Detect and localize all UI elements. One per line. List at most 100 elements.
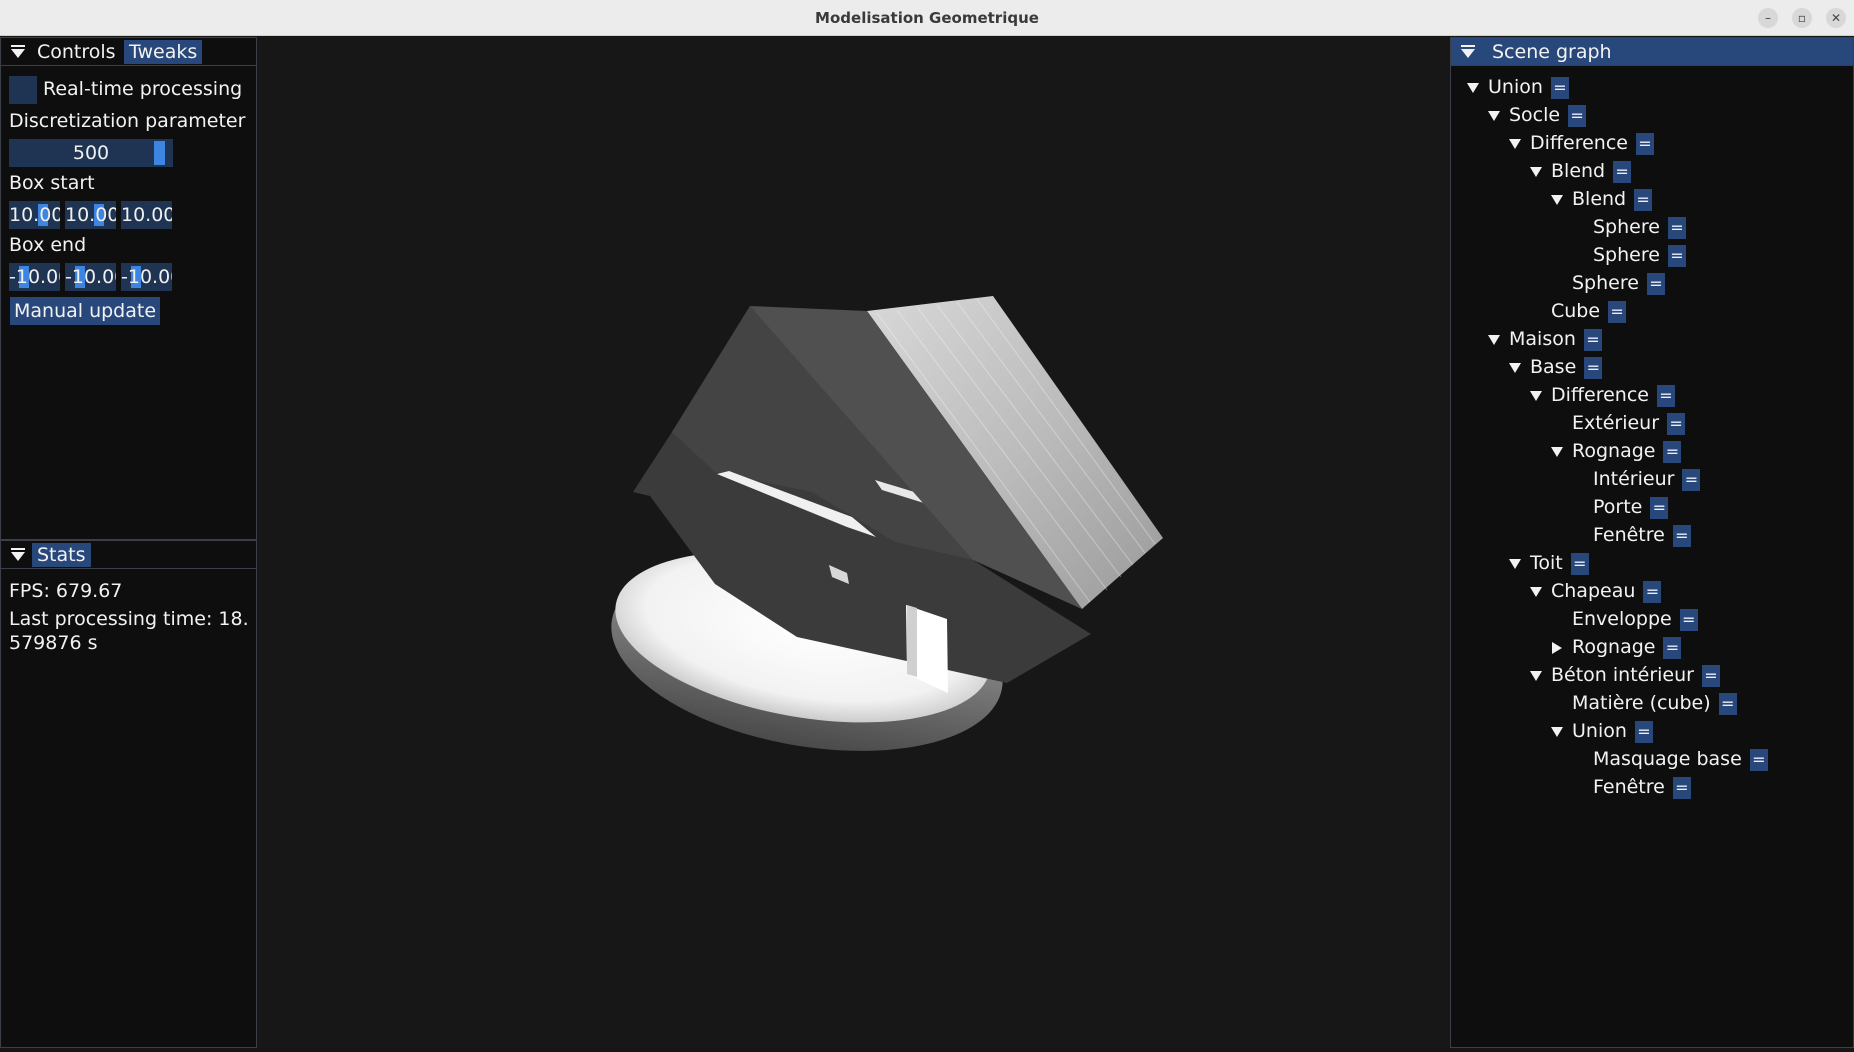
box-start-z-value: 10.00 xyxy=(121,204,172,226)
tree-node-text: Béton intérieur xyxy=(1551,664,1694,686)
expanded-arrow-icon[interactable] xyxy=(1550,445,1564,459)
tree-node-label: Masquage base = xyxy=(1593,746,1768,772)
collapse-icon[interactable] xyxy=(1460,44,1476,60)
box-end-x-value: -10.00 xyxy=(9,266,60,288)
node-edit-button[interactable]: = xyxy=(1635,132,1654,155)
manual-update-button[interactable]: Manual update xyxy=(10,297,161,325)
node-edit-button[interactable]: = xyxy=(1679,608,1698,631)
tree-node-text: Base xyxy=(1530,356,1577,378)
tree-node-label: Fenêtre = xyxy=(1593,522,1691,548)
minimize-button[interactable]: – xyxy=(1758,8,1778,28)
box-end-z-input[interactable]: -10.00 xyxy=(121,263,172,291)
collapse-icon[interactable] xyxy=(10,547,26,563)
expanded-arrow-icon[interactable] xyxy=(1529,165,1543,179)
node-edit-button[interactable]: = xyxy=(1646,272,1665,295)
node-edit-button[interactable]: = xyxy=(1672,524,1691,547)
node-edit-button[interactable]: = xyxy=(1634,188,1653,211)
tree-node-label: Cube = xyxy=(1551,298,1627,324)
realtime-checkbox[interactable] xyxy=(9,76,37,104)
tree-node-text: Enveloppe xyxy=(1572,608,1672,630)
node-edit-button[interactable]: = xyxy=(1583,328,1602,351)
tree-node-label: Béton intérieur = xyxy=(1551,662,1720,688)
collapse-icon[interactable] xyxy=(10,44,26,60)
node-edit-button[interactable]: = xyxy=(1608,300,1627,323)
node-edit-button[interactable]: = xyxy=(1643,580,1662,603)
node-edit-button[interactable]: = xyxy=(1701,664,1720,687)
tree-node-text: Matière (cube) xyxy=(1572,692,1711,714)
3d-viewport[interactable] xyxy=(257,37,1450,1048)
node-edit-button[interactable]: = xyxy=(1663,440,1682,463)
maximize-button[interactable]: ▫ xyxy=(1792,8,1812,28)
tree-node-text: Sphere xyxy=(1593,216,1660,238)
box-start-label: Box start xyxy=(9,172,95,194)
tree-node-label: Union = xyxy=(1572,718,1653,744)
tab-controls[interactable]: Controls xyxy=(32,40,121,64)
tree-node-text: Intérieur xyxy=(1593,468,1675,490)
node-edit-button[interactable]: = xyxy=(1672,776,1691,799)
expanded-arrow-icon[interactable] xyxy=(1550,725,1564,739)
tree-node-label: Matière (cube) = xyxy=(1572,690,1737,716)
tab-tweaks[interactable]: Tweaks xyxy=(124,40,203,64)
node-edit-button[interactable]: = xyxy=(1584,356,1603,379)
tree-node-label: Socle = xyxy=(1509,102,1587,128)
node-edit-button[interactable]: = xyxy=(1568,104,1587,127)
node-edit-button[interactable]: = xyxy=(1650,496,1669,519)
tree-node-label: Sphere = xyxy=(1572,270,1665,296)
expanded-arrow-icon[interactable] xyxy=(1529,585,1543,599)
expanded-arrow-icon[interactable] xyxy=(1466,81,1480,95)
node-edit-button[interactable]: = xyxy=(1667,216,1686,239)
node-edit-button[interactable]: = xyxy=(1718,692,1737,715)
tree-node-label: Maison = xyxy=(1509,326,1602,352)
node-edit-button[interactable]: = xyxy=(1749,748,1768,771)
tree-node-text: Masquage base xyxy=(1593,748,1742,770)
processing-time-line1: Last processing time: 18. xyxy=(9,608,249,630)
discretization-slider[interactable]: 500 xyxy=(9,139,173,167)
expanded-arrow-icon[interactable] xyxy=(1550,193,1564,207)
tree-node-text: Sphere xyxy=(1572,272,1639,294)
tree-node-label: Rognage = xyxy=(1572,634,1682,660)
expanded-arrow-icon[interactable] xyxy=(1508,137,1522,151)
scene-graph-header: Scene graph xyxy=(1451,38,1853,66)
slider-grab-handle[interactable] xyxy=(154,141,165,165)
close-button[interactable]: ✕ xyxy=(1826,8,1846,28)
node-edit-button[interactable]: = xyxy=(1570,552,1589,575)
expanded-arrow-icon[interactable] xyxy=(1529,669,1543,683)
box-end-x-input[interactable]: -10.00 xyxy=(9,263,60,291)
tree-node-text: Rognage xyxy=(1572,440,1656,462)
box-start-x-input[interactable]: 10.00 xyxy=(9,201,60,229)
scene-graph-panel: Scene graph Union = Socle = Difference = Blend… xyxy=(1450,37,1854,1048)
box-start-y-input[interactable]: 10.00 xyxy=(65,201,116,229)
box-start-z-input[interactable]: 10.00 xyxy=(121,201,172,229)
controls-panel: Controls Tweaks Real-time processing Dis… xyxy=(0,37,257,540)
expanded-arrow-icon[interactable] xyxy=(1508,361,1522,375)
node-edit-button[interactable]: = xyxy=(1634,720,1653,743)
tab-stats[interactable]: Stats xyxy=(32,543,91,567)
tree-node-label: Difference = xyxy=(1530,130,1654,156)
node-edit-button[interactable]: = xyxy=(1613,160,1632,183)
box-end-y-value: -10.00 xyxy=(65,266,116,288)
box-end-label: Box end xyxy=(9,234,87,256)
stats-panel: Stats FPS: 679.67 Last processing time: … xyxy=(0,540,257,1048)
window-titlebar[interactable]: Modelisation Geometrique – ▫ ✕ xyxy=(0,0,1854,36)
tree-node-label: Sphere = xyxy=(1593,242,1686,268)
expanded-arrow-icon[interactable] xyxy=(1529,389,1543,403)
expanded-arrow-icon[interactable] xyxy=(1487,333,1501,347)
tree-node-label: Fenêtre = xyxy=(1593,774,1691,800)
box-end-y-input[interactable]: -10.00 xyxy=(65,263,116,291)
node-edit-button[interactable]: = xyxy=(1667,244,1686,267)
expanded-arrow-icon[interactable] xyxy=(1487,109,1501,123)
node-edit-button[interactable]: = xyxy=(1667,412,1686,435)
tree-node-text: Sphere xyxy=(1593,244,1660,266)
tree-node-label: Intérieur = xyxy=(1593,466,1701,492)
node-edit-button[interactable]: = xyxy=(1682,468,1701,491)
node-edit-button[interactable]: = xyxy=(1663,636,1682,659)
collapsed-arrow-icon[interactable] xyxy=(1550,641,1564,655)
processing-time-line2: 579876 s xyxy=(9,632,98,654)
node-edit-button[interactable]: = xyxy=(1550,76,1569,99)
expanded-arrow-icon[interactable] xyxy=(1508,557,1522,571)
tree-node-text: Rognage xyxy=(1572,636,1656,658)
tree-node-text: Extérieur xyxy=(1572,412,1660,434)
tree-node-label: Sphere = xyxy=(1593,214,1686,240)
node-edit-button[interactable]: = xyxy=(1656,384,1675,407)
tree-node-label: Blend = xyxy=(1572,186,1653,212)
